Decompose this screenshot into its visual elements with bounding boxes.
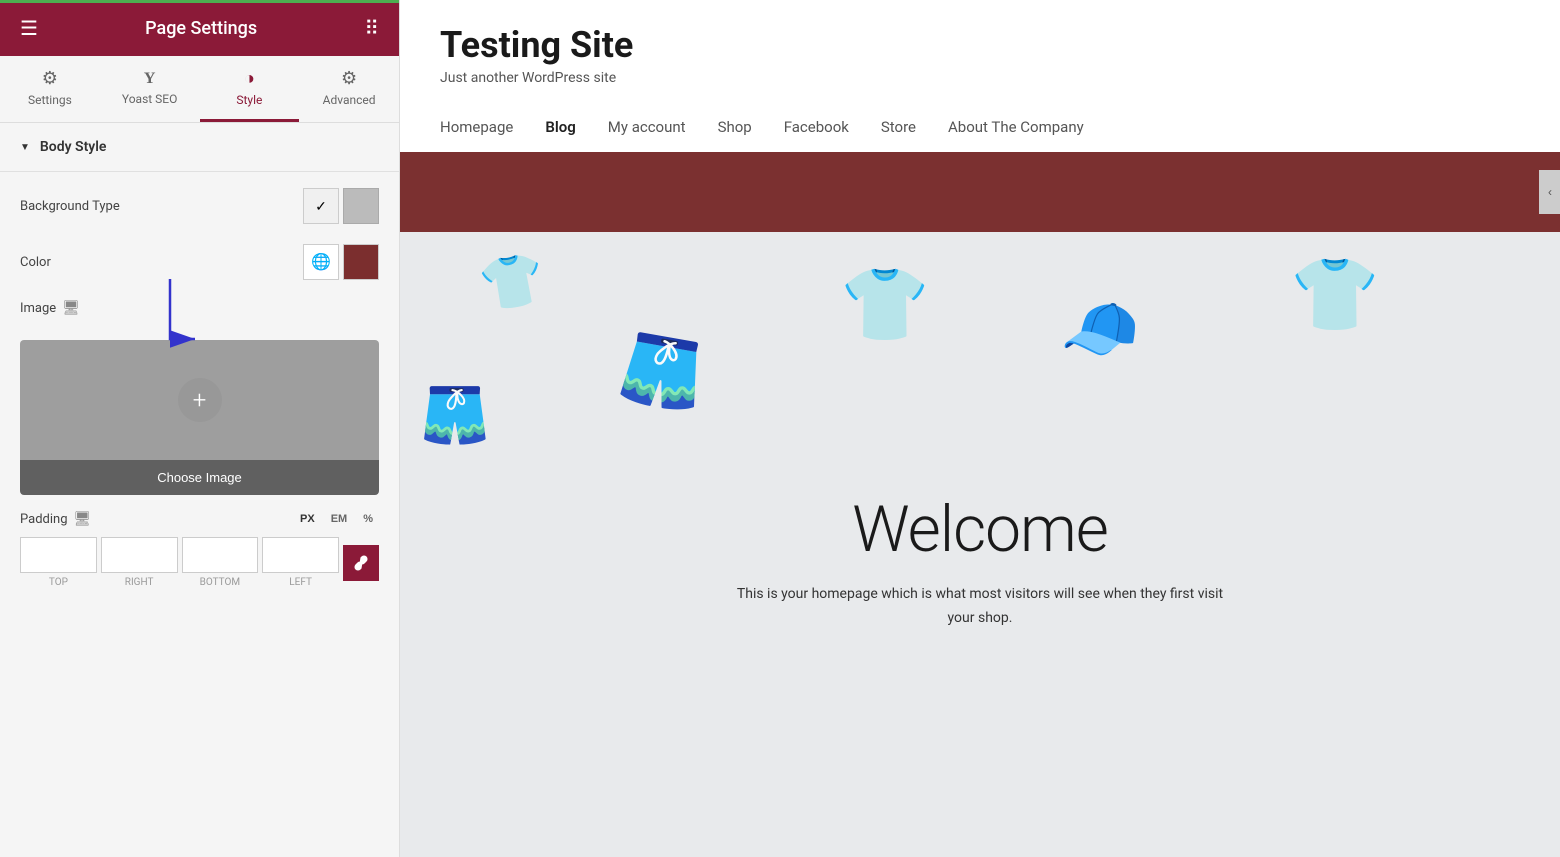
nav-homepage[interactable]: Homepage bbox=[440, 118, 513, 136]
product-showcase: 👕 🩳 👕 🧢 👕 🩳 Welcome This is your homepag… bbox=[400, 232, 1560, 857]
left-panel: ☰ Page Settings ⠿ ⚙ Settings Y Yoast SEO… bbox=[0, 0, 400, 857]
chain-icon bbox=[353, 555, 369, 571]
color-controls: 🌐 bbox=[303, 244, 379, 280]
padding-top-input[interactable] bbox=[20, 537, 97, 573]
settings-group: Background Type ✓ Color 🌐 Image 🖥 bbox=[0, 172, 399, 340]
nav-blog[interactable]: Blog bbox=[545, 118, 575, 136]
site-header: Testing Site Just another WordPress site bbox=[400, 0, 1560, 102]
blue-arrow bbox=[150, 269, 230, 359]
tab-advanced-label: Advanced bbox=[323, 93, 376, 107]
style-icon: ◑ bbox=[244, 68, 255, 89]
padding-inputs: TOP RIGHT BOTTOM LEFT bbox=[20, 537, 379, 588]
chevron-icon: ▼ bbox=[20, 142, 30, 153]
padding-bottom-wrap: BOTTOM bbox=[182, 537, 259, 588]
settings-icon: ⚙ bbox=[42, 68, 58, 89]
hamburger-icon[interactable]: ☰ bbox=[20, 16, 38, 40]
color-global-btn[interactable]: 🌐 bbox=[303, 244, 339, 280]
cloth-item-5: 👕 bbox=[1290, 252, 1380, 337]
right-content: Testing Site Just another WordPress site… bbox=[400, 0, 1560, 857]
unit-buttons: PX EM % bbox=[294, 511, 379, 527]
cloth-item-2: 🩳 bbox=[614, 325, 711, 418]
background-type-color-btn[interactable]: ✓ bbox=[303, 188, 339, 224]
padding-link-button[interactable] bbox=[343, 545, 379, 581]
padding-left-wrap: LEFT bbox=[262, 537, 339, 588]
welcome-title: Welcome bbox=[730, 492, 1230, 567]
tab-settings-label: Settings bbox=[28, 93, 72, 107]
padding-top-label: TOP bbox=[49, 577, 68, 588]
panel-tabs: ⚙ Settings Y Yoast SEO ◑ Style ⚙ Advance… bbox=[0, 56, 399, 123]
tab-style-label: Style bbox=[236, 93, 262, 107]
padding-left-input[interactable] bbox=[262, 537, 339, 573]
unit-px-btn[interactable]: PX bbox=[294, 511, 321, 527]
nav-my-account[interactable]: My account bbox=[608, 118, 686, 136]
padding-bottom-label: BOTTOM bbox=[200, 577, 240, 588]
cloth-item-1: 👕 bbox=[475, 247, 549, 318]
advanced-icon: ⚙ bbox=[341, 68, 357, 89]
plus-circle-icon: + bbox=[178, 378, 222, 422]
site-title: Testing Site bbox=[440, 24, 1520, 66]
nav-shop[interactable]: Shop bbox=[718, 118, 752, 136]
cloth-item-4: 🧢 bbox=[1060, 292, 1140, 367]
color-swatch[interactable] bbox=[343, 244, 379, 280]
tab-settings[interactable]: ⚙ Settings bbox=[0, 56, 100, 122]
image-upload-area: + Choose Image bbox=[20, 340, 379, 495]
clothing-items: 👕 🩳 👕 🧢 👕 🩳 bbox=[420, 252, 1540, 472]
padding-top-wrap: TOP bbox=[20, 537, 97, 588]
tab-yoast-seo[interactable]: Y Yoast SEO bbox=[100, 56, 200, 122]
section-header-body-style[interactable]: ▼ Body Style bbox=[0, 123, 399, 172]
collapse-panel-button[interactable]: ‹ bbox=[1539, 170, 1560, 214]
tab-style[interactable]: ◑ Style bbox=[200, 56, 300, 122]
nav-facebook[interactable]: Facebook bbox=[784, 118, 849, 136]
color-label: Color bbox=[20, 255, 51, 270]
monitor-icon: 🖥 bbox=[62, 300, 80, 316]
nav-about-company[interactable]: About The Company bbox=[948, 118, 1084, 136]
grid-icon[interactable]: ⠿ bbox=[364, 16, 379, 40]
background-type-controls: ✓ bbox=[303, 188, 379, 224]
nav-store[interactable]: Store bbox=[881, 118, 916, 136]
cloth-item-6: 🩳 bbox=[420, 382, 490, 448]
unit-em-btn[interactable]: EM bbox=[325, 511, 354, 527]
tab-yoast-label: Yoast SEO bbox=[122, 92, 178, 106]
background-type-label: Background Type bbox=[20, 199, 120, 214]
welcome-text: This is your homepage which is what most… bbox=[730, 583, 1230, 631]
padding-right-input[interactable] bbox=[101, 537, 178, 573]
padding-bottom-input[interactable] bbox=[182, 537, 259, 573]
welcome-section: Welcome This is your homepage which is w… bbox=[710, 472, 1250, 651]
hero-banner: ‹ bbox=[400, 152, 1560, 232]
section-title: Body Style bbox=[40, 139, 107, 155]
padding-left-label: LEFT bbox=[289, 577, 312, 588]
nav-bar: Homepage Blog My account Shop Facebook S… bbox=[400, 102, 1560, 152]
background-type-row: Background Type ✓ bbox=[20, 188, 379, 224]
image-label: Image 🖥 bbox=[20, 300, 80, 316]
padding-section: Padding 🖥 PX EM % TOP RIGHT bbox=[20, 511, 379, 588]
panel-content: ▼ Body Style Background Type ✓ Color 🌐 bbox=[0, 123, 399, 857]
padding-monitor-icon: 🖥 bbox=[74, 511, 92, 527]
padding-right-label: RIGHT bbox=[125, 577, 154, 588]
unit-percent-btn[interactable]: % bbox=[357, 511, 379, 527]
panel-header: ☰ Page Settings ⠿ bbox=[0, 0, 399, 56]
padding-header: Padding 🖥 PX EM % bbox=[20, 511, 379, 527]
site-subtitle: Just another WordPress site bbox=[440, 70, 1520, 86]
choose-image-button[interactable]: Choose Image bbox=[20, 460, 379, 495]
background-type-image-btn[interactable] bbox=[343, 188, 379, 224]
cloth-item-3: 👕 bbox=[840, 262, 930, 347]
tab-advanced[interactable]: ⚙ Advanced bbox=[299, 56, 399, 122]
yoast-icon: Y bbox=[144, 70, 156, 88]
panel-title: Page Settings bbox=[145, 18, 257, 39]
padding-label: Padding 🖥 bbox=[20, 511, 91, 527]
padding-right-wrap: RIGHT bbox=[101, 537, 178, 588]
